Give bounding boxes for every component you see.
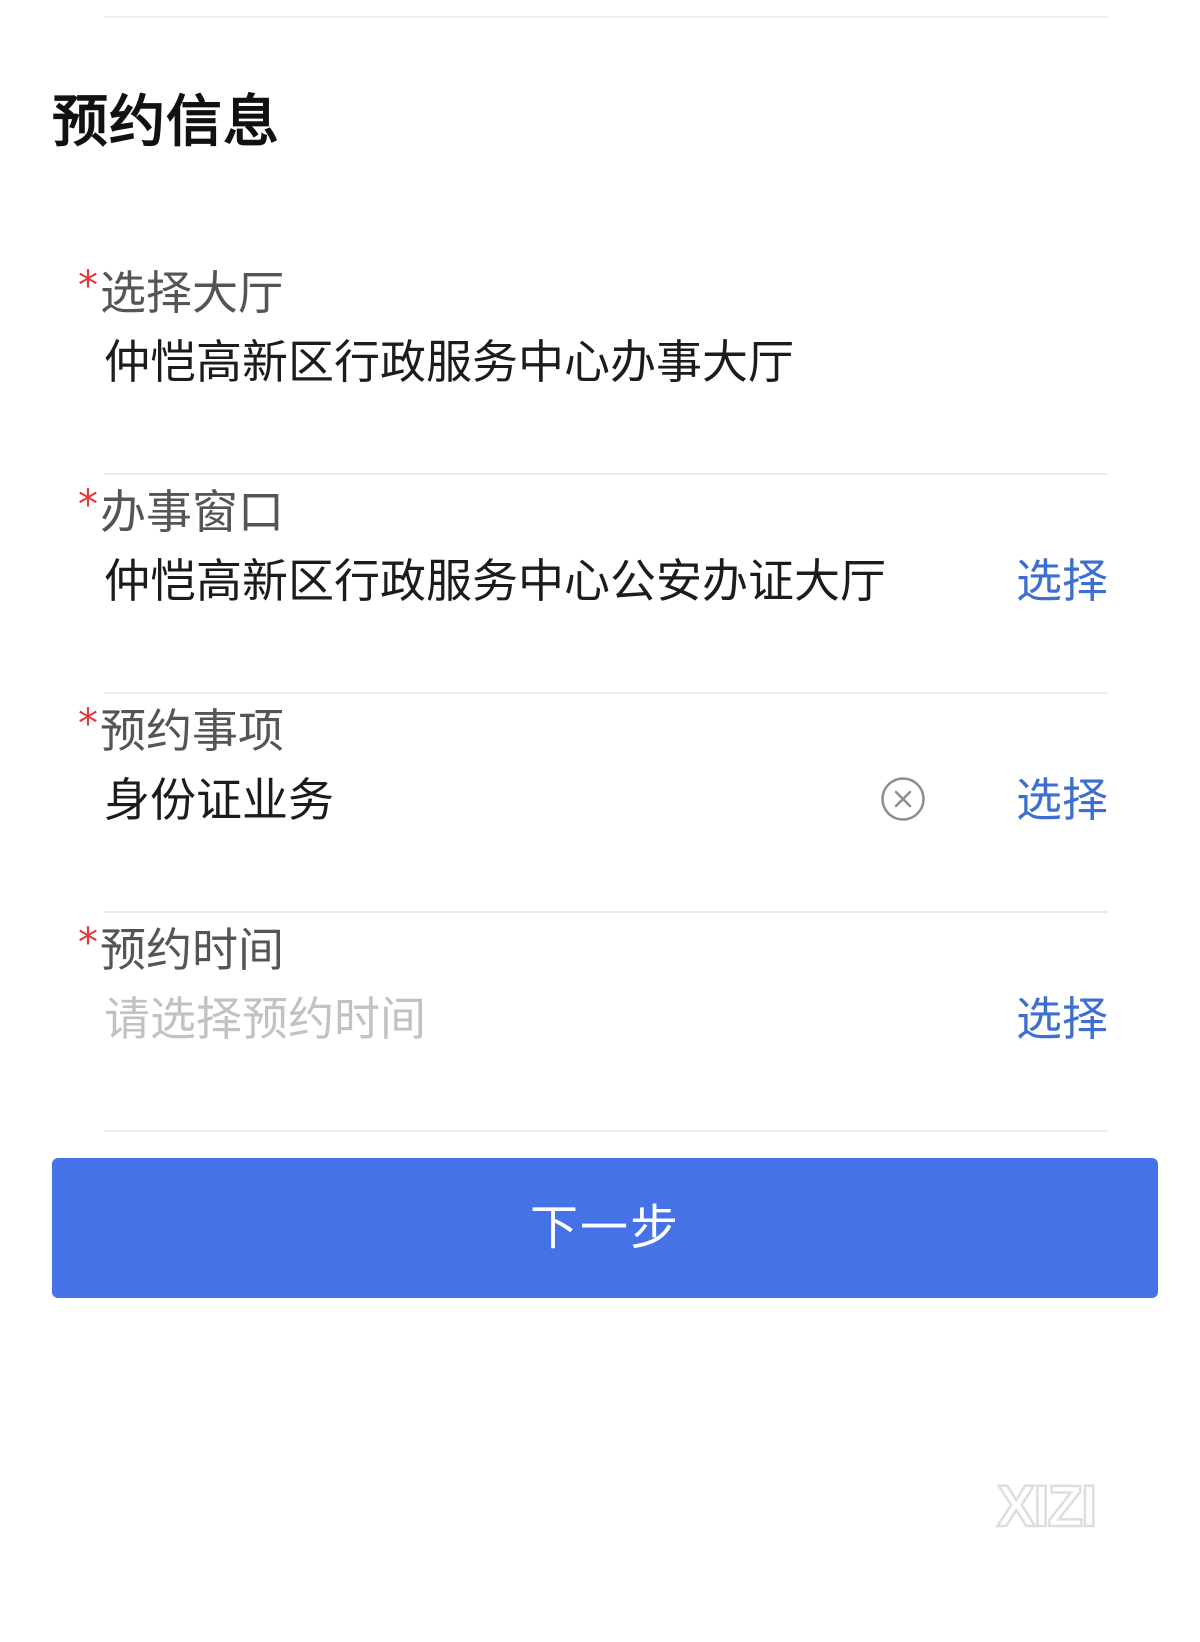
field-divider bbox=[104, 1130, 1108, 1132]
field-window-value[interactable]: 仲恺高新区行政服务中心公安办证大厅 bbox=[104, 551, 886, 611]
required-mark: * bbox=[78, 482, 98, 528]
section-title: 预约信息 bbox=[52, 90, 280, 155]
required-mark: * bbox=[78, 920, 98, 966]
field-window-label: *办事窗口 bbox=[78, 475, 284, 542]
required-mark: * bbox=[78, 701, 98, 747]
field-hall-label-text: 选择大厅 bbox=[100, 266, 284, 320]
field-time-placeholder[interactable]: 请选择预约时间 bbox=[104, 989, 426, 1049]
top-divider bbox=[104, 16, 1108, 18]
service-select-button[interactable]: 选择 bbox=[1016, 770, 1108, 830]
watermark-logo: XIZI bbox=[996, 1474, 1099, 1538]
next-step-button[interactable]: 下一步 bbox=[52, 1158, 1158, 1298]
window-select-button[interactable]: 选择 bbox=[1016, 551, 1108, 611]
field-service-label: *预约事项 bbox=[78, 694, 284, 761]
field-service-label-text: 预约事项 bbox=[100, 704, 284, 758]
field-service-value[interactable]: 身份证业务 bbox=[104, 770, 334, 830]
field-hall-value[interactable]: 仲恺高新区行政服务中心办事大厅 bbox=[104, 332, 794, 392]
clear-button-graphic bbox=[881, 777, 925, 821]
field-hall-label: *选择大厅 bbox=[78, 256, 284, 323]
field-hall: *选择大厅 仲恺高新区行政服务中心办事大厅 bbox=[78, 256, 1108, 475]
watermark-text: XIZI bbox=[997, 1474, 1095, 1538]
required-mark: * bbox=[78, 263, 98, 309]
field-window-label-text: 办事窗口 bbox=[100, 485, 284, 539]
time-select-button[interactable]: 选择 bbox=[1016, 989, 1108, 1049]
field-service: *预约事项 身份证业务 选择 bbox=[78, 694, 1108, 913]
close-circle-icon[interactable] bbox=[880, 776, 926, 822]
field-time-label: *预约时间 bbox=[78, 913, 284, 980]
field-window: *办事窗口 仲恺高新区行政服务中心公安办证大厅 选择 bbox=[78, 475, 1108, 694]
field-time: *预约时间 请选择预约时间 选择 bbox=[78, 913, 1108, 1132]
field-time-label-text: 预约时间 bbox=[100, 923, 284, 977]
